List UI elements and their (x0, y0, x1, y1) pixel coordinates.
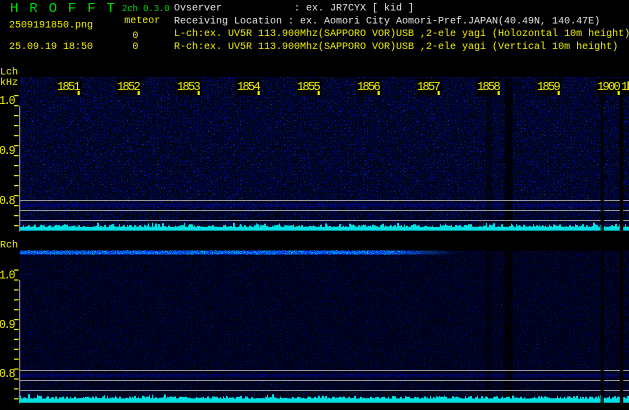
svg-text:1855: 1855 (297, 80, 321, 94)
svg-text:1856: 1856 (357, 80, 381, 94)
svg-text:Receiving Location : ex. Aomor: Receiving Location : ex. Aomori City Aom… (174, 15, 600, 27)
svg-text:HROFFT: HROFFT (10, 1, 126, 17)
svg-text:Ovserver : ex. JR7C: Ovserver : ex. JR7CYX [ kid ] (174, 3, 414, 15)
svg-text:1857: 1857 (417, 80, 441, 94)
svg-text:1853: 1853 (177, 80, 201, 94)
svg-text:1.0: 1.0 (0, 270, 16, 283)
svg-text:1900: 1900 (597, 80, 621, 94)
svg-text:0.8: 0.8 (0, 195, 16, 208)
svg-text:Lch: Lch (0, 66, 18, 78)
svg-text:0: 0 (132, 42, 138, 53)
svg-text:L-ch:ex. UV5R 113.900Mhz(SAPPO: L-ch:ex. UV5R 113.900Mhz(SAPPORO VOR)USB… (174, 28, 629, 40)
svg-text:0: 0 (132, 31, 138, 42)
svg-text:1851: 1851 (57, 80, 81, 94)
svg-text:0.9: 0.9 (0, 145, 16, 158)
svg-text:Rch: Rch (0, 239, 18, 251)
svg-text:2ch 0.3.0: 2ch 0.3.0 (122, 4, 170, 14)
svg-text:1859: 1859 (537, 80, 561, 94)
svg-text:R-ch:ex. UV5R 113.900Mhz(SAPPO: R-ch:ex. UV5R 113.900Mhz(SAPPORO VOR)USB… (174, 41, 618, 53)
svg-text:meteor: meteor (124, 16, 160, 27)
svg-text:1.0: 1.0 (0, 95, 16, 108)
svg-text:25.09.19 18:50: 25.09.19 18:50 (9, 42, 93, 53)
svg-text:kHz: kHz (0, 77, 18, 89)
svg-text:0.9: 0.9 (0, 319, 16, 332)
svg-text:2509191850.png: 2509191850.png (9, 20, 93, 31)
svg-text:1854: 1854 (237, 80, 261, 94)
svg-text:1858: 1858 (477, 80, 501, 94)
svg-text:0.8: 0.8 (0, 368, 16, 381)
svg-text:1852: 1852 (117, 80, 141, 94)
